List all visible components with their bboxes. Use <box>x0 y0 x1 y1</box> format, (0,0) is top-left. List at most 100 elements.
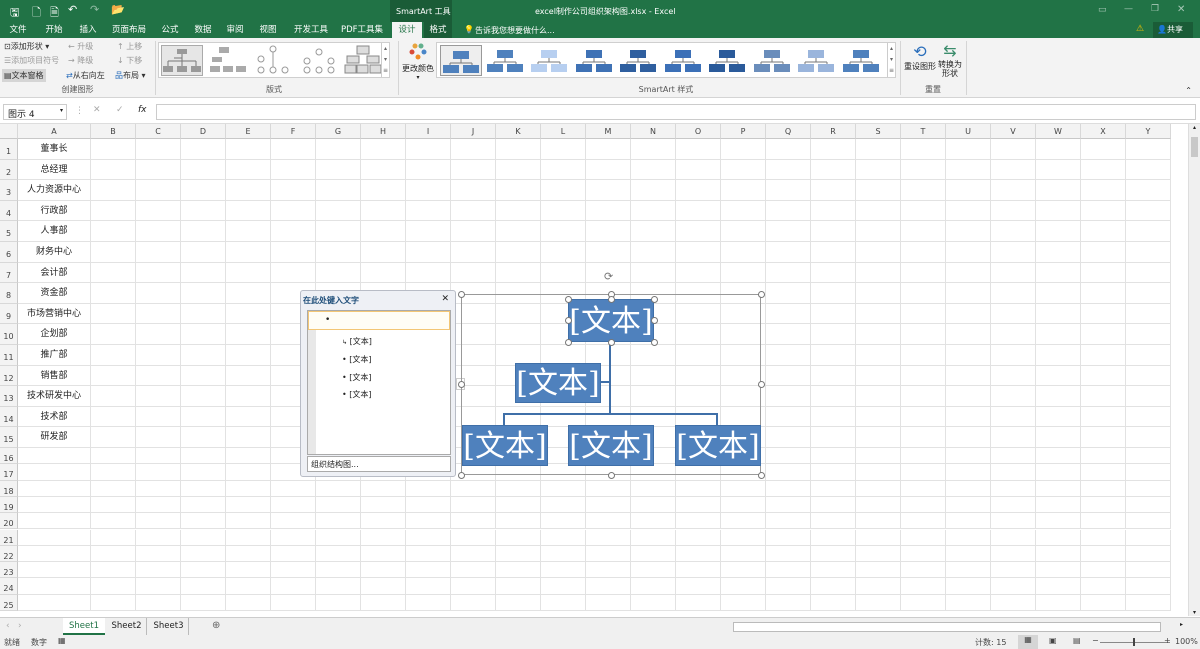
tab-formulas[interactable]: 公式 <box>156 22 184 38</box>
cell[interactable] <box>631 496 676 514</box>
resize-handle[interactable] <box>457 290 465 298</box>
cell[interactable] <box>1126 496 1171 514</box>
convert-to-shapes-button[interactable]: ⇆ 转换为形状 <box>937 42 963 79</box>
cell[interactable] <box>946 221 991 242</box>
cell[interactable] <box>226 200 271 222</box>
cell[interactable] <box>721 562 766 579</box>
cell[interactable] <box>91 406 136 428</box>
cell[interactable] <box>181 139 226 160</box>
text-pane-footer-link[interactable]: 组织结构图... <box>307 456 451 472</box>
cell[interactable] <box>766 386 811 407</box>
resize-handle[interactable] <box>757 380 765 388</box>
cell[interactable] <box>316 529 361 546</box>
cell[interactable] <box>91 562 136 579</box>
resize-handle[interactable] <box>757 471 765 479</box>
new-file-icon[interactable]: 🗋 <box>32 4 41 23</box>
cell[interactable] <box>1126 345 1171 366</box>
cell[interactable] <box>406 200 451 222</box>
cell[interactable] <box>856 529 901 546</box>
zoom-slider[interactable] <box>1100 642 1170 643</box>
cell[interactable] <box>181 448 226 465</box>
cell[interactable] <box>406 159 451 181</box>
row-header[interactable]: 1 <box>0 139 18 160</box>
cell[interactable] <box>181 496 226 514</box>
sheet-tab-sheet2[interactable]: Sheet2 <box>107 618 147 635</box>
cell[interactable] <box>901 283 946 304</box>
right-to-left-button[interactable]: ⇄从右向左 <box>66 70 105 81</box>
cell[interactable] <box>451 262 496 284</box>
cell[interactable] <box>361 139 406 160</box>
cell[interactable] <box>901 386 946 407</box>
column-header[interactable]: K <box>496 124 541 139</box>
cell[interactable] <box>676 594 721 611</box>
tell-me-input[interactable]: 告诉我您想要做什么... <box>475 25 555 36</box>
cell[interactable] <box>766 200 811 222</box>
cell[interactable] <box>586 221 631 242</box>
cell[interactable] <box>766 345 811 366</box>
cell[interactable] <box>991 262 1036 284</box>
cell[interactable] <box>766 303 811 325</box>
cell[interactable] <box>1081 303 1126 325</box>
cell[interactable] <box>18 545 91 563</box>
row-header[interactable]: 22 <box>0 545 18 563</box>
cell[interactable] <box>91 480 136 497</box>
cell[interactable] <box>901 448 946 465</box>
smartart-style-thumb[interactable] <box>618 45 660 76</box>
cell[interactable]: 人事部 <box>18 221 91 242</box>
cell[interactable] <box>901 427 946 448</box>
cell[interactable] <box>136 529 181 546</box>
cell[interactable] <box>991 242 1036 263</box>
cancel-icon[interactable]: ✕ <box>93 105 101 115</box>
cell[interactable] <box>946 406 991 428</box>
cell[interactable] <box>721 480 766 497</box>
row-header[interactable]: 13 <box>0 386 18 407</box>
column-header[interactable]: D <box>181 124 226 139</box>
cell[interactable] <box>1081 324 1126 345</box>
resize-handle[interactable] <box>564 338 572 346</box>
cell[interactable] <box>856 406 901 428</box>
row-header[interactable]: 14 <box>0 406 18 428</box>
horizontal-scrollbar[interactable] <box>733 622 1161 632</box>
column-header[interactable]: L <box>541 124 586 139</box>
cell[interactable] <box>541 562 586 579</box>
cell[interactable] <box>901 139 946 160</box>
cell[interactable] <box>946 529 991 546</box>
redo-icon[interactable]: ↷ <box>90 3 99 16</box>
cell[interactable] <box>18 594 91 611</box>
row-header[interactable]: 9 <box>0 303 18 325</box>
cell[interactable] <box>586 562 631 579</box>
sheet-tab-sheet1[interactable]: Sheet1 <box>63 618 105 635</box>
layout-thumb-hierarchy-labeled[interactable] <box>299 45 341 76</box>
cell[interactable] <box>496 513 541 530</box>
cell[interactable] <box>721 200 766 222</box>
cell[interactable] <box>91 365 136 387</box>
cell[interactable] <box>856 365 901 387</box>
cell[interactable] <box>541 159 586 181</box>
cell[interactable] <box>811 303 856 325</box>
cell[interactable] <box>856 159 901 181</box>
smartart-style-thumb[interactable] <box>485 45 527 76</box>
resize-handle[interactable] <box>564 295 572 303</box>
warning-icon[interactable]: ⚠ <box>1136 24 1144 34</box>
resize-handle[interactable] <box>607 471 615 479</box>
cell[interactable] <box>1126 448 1171 465</box>
cell[interactable] <box>451 513 496 530</box>
cell[interactable] <box>811 180 856 201</box>
add-sheet-icon[interactable]: ⊕ <box>212 620 220 631</box>
cell[interactable] <box>1036 545 1081 563</box>
cell[interactable] <box>451 578 496 595</box>
cell[interactable] <box>406 180 451 201</box>
cell[interactable] <box>226 496 271 514</box>
cell[interactable] <box>181 578 226 595</box>
layout-button[interactable]: 品布局 ▾ <box>115 70 146 81</box>
cell[interactable] <box>1081 427 1126 448</box>
cell[interactable] <box>766 513 811 530</box>
macro-record-icon[interactable]: ▦ <box>58 636 66 645</box>
tab-page-layout[interactable]: 页面布局 <box>108 22 150 38</box>
cell[interactable] <box>136 324 181 345</box>
cell[interactable] <box>721 221 766 242</box>
cell[interactable] <box>901 406 946 428</box>
cell[interactable] <box>1081 464 1126 481</box>
cell[interactable] <box>721 594 766 611</box>
cell[interactable] <box>181 386 226 407</box>
